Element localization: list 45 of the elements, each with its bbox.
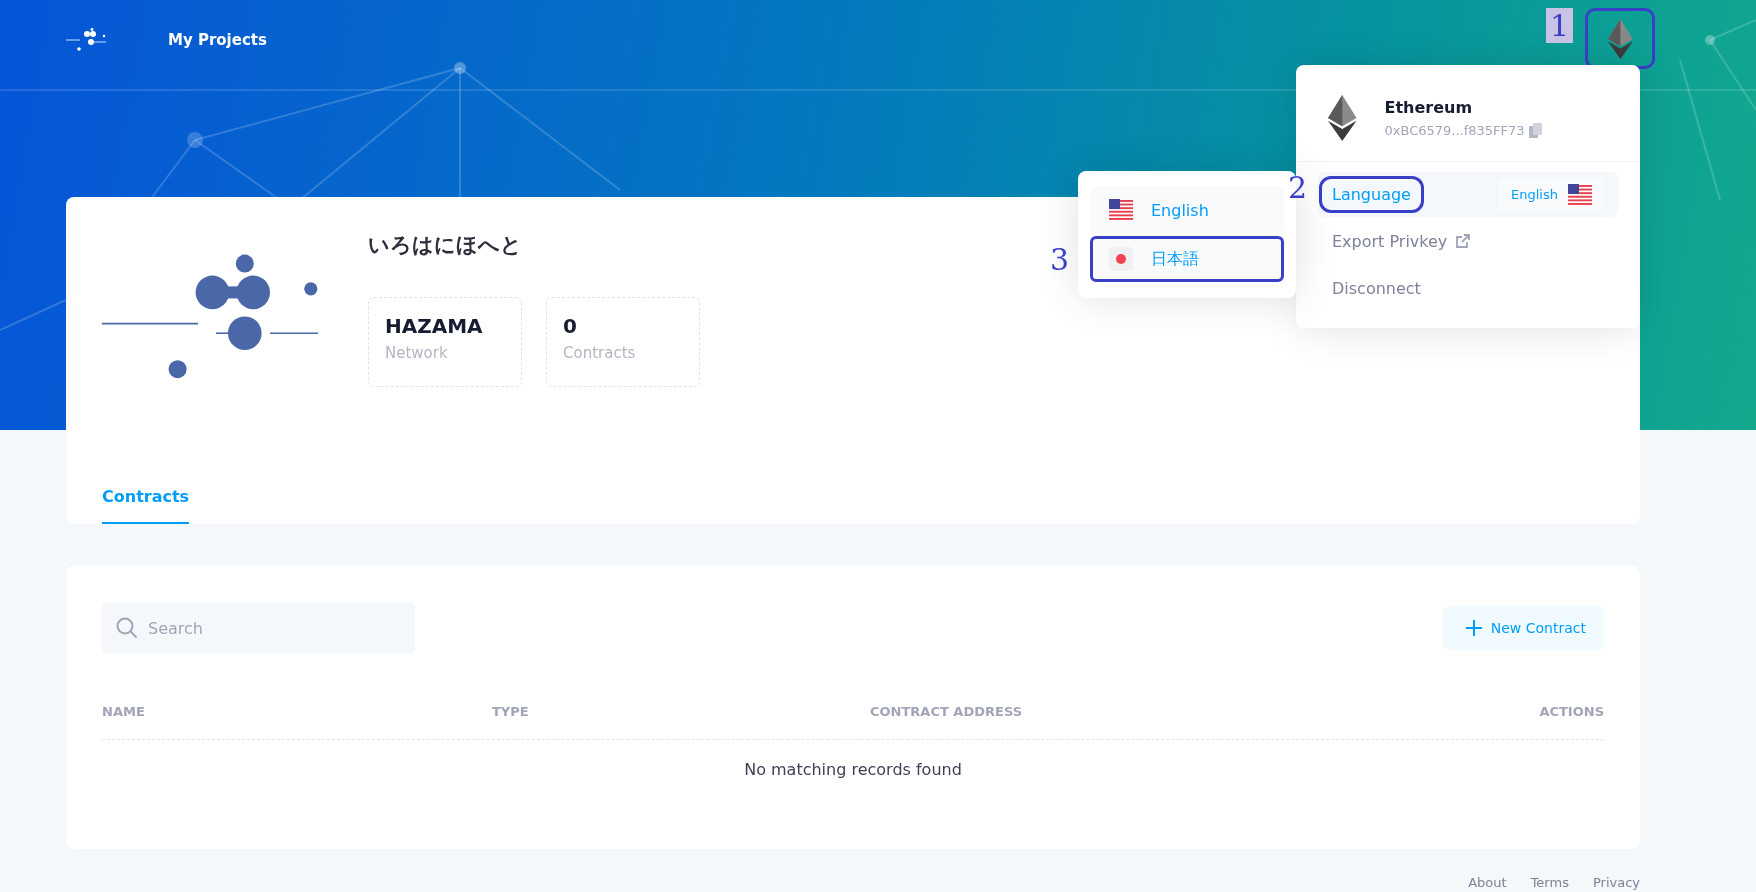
flag-icon (1109, 247, 1133, 271)
project-title: いろはにほへと (368, 232, 523, 259)
language-option[interactable]: English (1090, 187, 1284, 233)
empty-message: No matching records found (744, 760, 962, 779)
menu-item[interactable]: Export Privkey (1318, 219, 1618, 264)
menu-item[interactable]: Language English (1318, 172, 1618, 217)
network-name: Ethereum (1384, 98, 1474, 117)
footer-link[interactable]: Terms (1530, 875, 1569, 890)
logo-icon[interactable] (66, 28, 108, 52)
menu-item-label: Disconnect (1331, 278, 1422, 300)
callout-number: 3 (1049, 242, 1071, 277)
column-header: CONTRACT ADDRESS (870, 704, 1024, 719)
language-option[interactable]: 日本語 (1090, 236, 1284, 282)
column-header: NAME (102, 704, 146, 719)
language-value: English (1511, 187, 1558, 202)
search-field[interactable]: Search (102, 602, 415, 654)
network-node (454, 62, 466, 74)
external-link-icon (1455, 234, 1471, 249)
language-option-label: 日本語 (1151, 248, 1199, 270)
flag-icon (1109, 199, 1133, 221)
ethereum-icon (1607, 18, 1633, 59)
footer-link[interactable]: About (1468, 875, 1507, 890)
menu-item[interactable]: Disconnect (1318, 266, 1618, 311)
plus-icon (1464, 619, 1483, 637)
nav-link[interactable]: My Projects (168, 31, 267, 49)
stat-value: 0 (563, 314, 578, 338)
stat-value: HAZAMA (385, 314, 484, 338)
stat-label: Network (385, 344, 449, 362)
column-header: TYPE (492, 704, 530, 719)
footer-link[interactable]: Privacy (1592, 875, 1640, 890)
network-node (1705, 35, 1715, 45)
ethereum-icon (1328, 95, 1357, 141)
column-header: ACTIONS (1539, 704, 1604, 719)
language-option-label: English (1151, 200, 1209, 220)
tab[interactable]: Contracts (102, 487, 190, 524)
callout-number: 2 (1287, 170, 1309, 205)
callout-number: 1 (1546, 8, 1574, 43)
stat-label: Contracts (563, 344, 637, 362)
wallet-address: 0xBC6579...f835FF73 (1384, 123, 1525, 138)
new-contract-button[interactable]: New Contract (1442, 606, 1604, 650)
search-icon (116, 617, 138, 639)
menu-item-label: Export Privkey (1319, 223, 1484, 260)
network-node (187, 132, 203, 148)
menu-item-label: Language (1319, 176, 1424, 213)
flag-icon (1568, 183, 1592, 206)
